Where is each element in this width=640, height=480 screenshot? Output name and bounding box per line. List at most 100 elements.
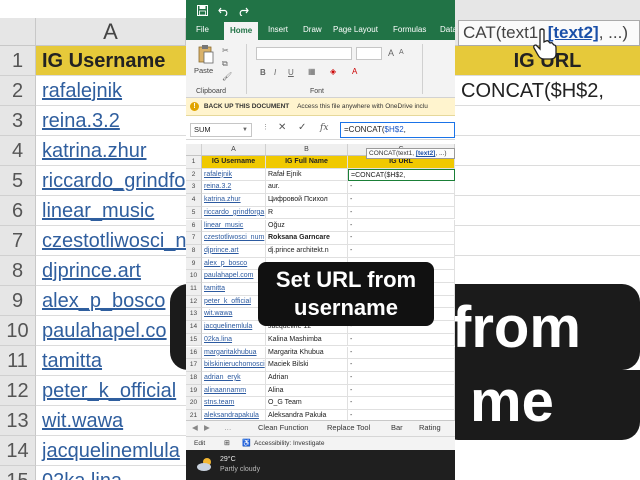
font-name-box[interactable] [256, 47, 352, 60]
row-header[interactable]: 13 [186, 308, 202, 322]
full-name-cell[interactable]: O_G Team [266, 397, 348, 410]
more-sheets-icon[interactable]: … [224, 423, 232, 432]
username-cell[interactable]: djprince.art [202, 244, 266, 258]
url-cell[interactable]: - [348, 219, 455, 233]
url-cell[interactable]: - [348, 194, 455, 207]
row-header[interactable]: 6 [186, 219, 202, 233]
paste-icon[interactable] [198, 44, 214, 64]
url-cell[interactable]: - [348, 384, 455, 398]
shrink-font-icon[interactable]: A [399, 49, 404, 56]
username-cell[interactable]: peter_k_official [202, 295, 266, 309]
full-name-cell[interactable]: Adrian [266, 371, 348, 385]
column-header-a[interactable]: A [202, 144, 266, 156]
row-header[interactable]: 18 [186, 371, 202, 385]
font-color-icon[interactable]: A [352, 67, 357, 76]
cut-icon[interactable]: ✂ [222, 46, 229, 55]
tab-data[interactable]: Data [440, 25, 455, 34]
formula-bar-menu-icon[interactable]: ⋮ [262, 123, 269, 131]
url-cell[interactable]: - [348, 232, 455, 245]
enter-icon[interactable]: ✓ [298, 122, 306, 133]
username-cell[interactable]: linear_music [202, 219, 266, 233]
formula-input[interactable]: =CONCAT($H$2, [340, 122, 455, 138]
username-cell[interactable]: wit.wawa [202, 308, 266, 322]
tab-insert[interactable]: Insert [268, 25, 288, 34]
username-cell[interactable]: jacquelinemlula [202, 321, 266, 334]
row-header[interactable]: 15 [186, 333, 202, 347]
full-name-cell[interactable]: aur. [266, 181, 348, 195]
undo-icon[interactable] [218, 5, 229, 16]
row-header[interactable]: 5 [186, 206, 202, 220]
row-header[interactable]: 4 [186, 194, 202, 207]
tab-formulas[interactable]: Formulas [393, 25, 426, 34]
row-header[interactable]: 16 [186, 346, 202, 360]
username-cell[interactable]: alex_p_bosco [202, 257, 266, 271]
tab-file[interactable]: File [196, 25, 209, 34]
full-name-cell[interactable]: Aleksandra Pakuła [266, 410, 348, 420]
row-header[interactable]: 8 [186, 244, 202, 258]
italic-button[interactable]: I [274, 68, 276, 77]
url-cell[interactable]: - [348, 410, 455, 420]
paste-label[interactable]: Paste [194, 66, 213, 75]
username-cell[interactable]: adrian_eryk [202, 371, 266, 385]
url-cell[interactable]: - [348, 244, 455, 258]
row-header[interactable]: 19 [186, 384, 202, 398]
username-cell[interactable]: tamitta [202, 283, 266, 296]
next-sheet-icon[interactable]: ▶ [204, 423, 210, 432]
row-header[interactable]: 2 [186, 168, 202, 182]
fill-color-icon[interactable]: ◈ [330, 67, 336, 76]
tab-draw[interactable]: Draw [303, 25, 322, 34]
row-header[interactable]: 20 [186, 397, 202, 410]
row-header[interactable]: 10 [186, 270, 202, 283]
accessibility-icon[interactable]: ♿ [242, 437, 251, 451]
username-cell[interactable]: stns.team [202, 397, 266, 410]
username-cell[interactable]: paulahapel.com [202, 270, 266, 283]
row-header[interactable]: 12 [186, 295, 202, 309]
url-cell[interactable]: - [348, 397, 455, 410]
url-cell[interactable]: =CONCAT($H$2, [348, 168, 455, 182]
select-all-corner[interactable] [186, 144, 202, 156]
full-name-cell[interactable]: Alina [266, 384, 348, 398]
row-header[interactable]: 17 [186, 359, 202, 372]
tab-home[interactable]: Home [224, 22, 259, 40]
username-cell[interactable]: riccardo_grindforga [202, 206, 266, 220]
username-cell[interactable]: alinaannamm [202, 384, 266, 398]
username-cell[interactable]: rafalejnik [202, 168, 266, 182]
url-cell[interactable]: - [348, 181, 455, 195]
full-name-cell[interactable]: Rafał Ejnik [266, 168, 348, 182]
row-header[interactable]: 7 [186, 232, 202, 245]
sheet-tab-rating[interactable]: Rating [419, 423, 441, 432]
full-name-cell[interactable]: Maciek Bilski [266, 359, 348, 372]
cancel-icon[interactable]: ✕ [278, 122, 286, 133]
row-header[interactable]: 9 [186, 257, 202, 271]
url-cell[interactable]: - [348, 346, 455, 360]
sheet-tab-clean-function[interactable]: Clean Function [258, 423, 308, 432]
username-cell[interactable]: margaritakhubua [202, 346, 266, 360]
full-name-cell[interactable]: Margarita Khubua [266, 346, 348, 360]
bold-button[interactable]: B [260, 68, 266, 77]
full-name-cell[interactable]: Oğuz [266, 219, 348, 233]
tab-page-layout[interactable]: Page Layout [333, 25, 378, 34]
username-cell[interactable]: bilskinieruchomosci [202, 359, 266, 372]
url-cell[interactable]: - [348, 333, 455, 347]
column-header-b[interactable]: B [266, 144, 348, 156]
sheet-tab-bar[interactable]: Bar [391, 423, 403, 432]
prev-sheet-icon[interactable]: ◀ [192, 423, 198, 432]
sheet-tab-replace-tool[interactable]: Replace Tool [327, 423, 370, 432]
accessibility-status[interactable]: Accessibility: Investigate [254, 437, 324, 451]
borders-icon[interactable]: ▦ [308, 67, 316, 76]
full-name-cell[interactable]: R [266, 206, 348, 220]
row-header[interactable]: 3 [186, 181, 202, 195]
name-box[interactable]: SUM ▼ [190, 123, 252, 137]
url-cell[interactable]: - [348, 371, 455, 385]
header-cell-a[interactable]: IG Username [202, 156, 266, 169]
redo-icon[interactable] [238, 5, 249, 16]
username-cell[interactable]: czestotliwosci_num [202, 232, 266, 245]
underline-button[interactable]: U [288, 68, 294, 77]
username-cell[interactable]: aleksandrapakula [202, 410, 266, 420]
username-cell[interactable]: katrina.zhur [202, 194, 266, 207]
row-header[interactable]: 21 [186, 410, 202, 420]
format-painter-icon[interactable]: 🖌 [222, 72, 232, 81]
weather-icon[interactable] [196, 456, 214, 472]
username-cell[interactable]: 02ka.lina [202, 333, 266, 347]
row-header[interactable]: 1 [186, 156, 202, 169]
